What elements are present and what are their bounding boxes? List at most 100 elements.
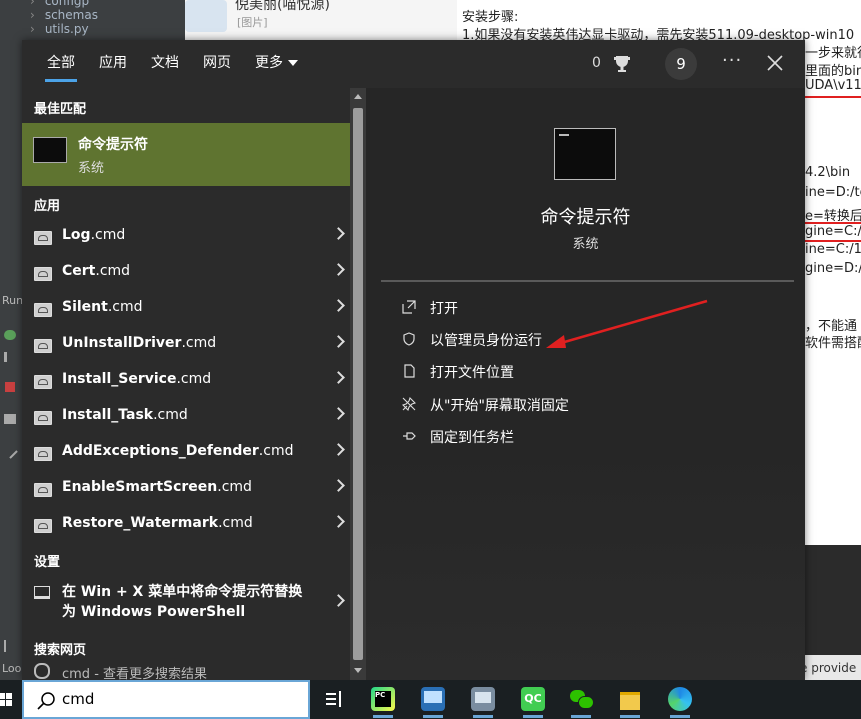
unpin-icon (402, 397, 416, 411)
pycharm-icon-inner: PC (375, 691, 391, 707)
running-indicator (473, 715, 493, 718)
chat-contact-name: 倪美丽(喵悦源) (235, 0, 330, 13)
edge-icon[interactable] (668, 687, 692, 711)
tab-all[interactable]: 全部 (45, 40, 77, 88)
best-match-item[interactable]: 命令提示符 系统 (22, 123, 350, 186)
cmd-file-icon (34, 375, 52, 389)
chevron-right-icon[interactable] (332, 594, 345, 607)
trophy-icon[interactable] (611, 53, 633, 75)
pycharm-icon[interactable]: PC (371, 687, 395, 711)
file-explorer-icon[interactable] (618, 687, 642, 711)
remote-desktop-icon[interactable] (421, 687, 445, 711)
cmd-file-icon (34, 303, 52, 317)
file-name: Log (62, 227, 91, 243)
rerun-icon[interactable] (4, 330, 16, 340)
chevron-right-icon[interactable] (332, 371, 345, 384)
file-location-icon (404, 364, 415, 378)
web-search-item[interactable]: cmd - 查看更多搜索结果 (22, 663, 350, 680)
action-label: 打开 (430, 301, 458, 317)
running-indicator (670, 715, 690, 718)
rewards-points: 0 (592, 55, 601, 71)
doc-title: 安装步骤: (462, 10, 519, 25)
vcs-icon[interactable] (4, 640, 6, 652)
scroll-up-icon[interactable] (354, 94, 362, 99)
shield-icon (403, 332, 415, 346)
search-icon (34, 663, 50, 679)
file-extension: .cmd (218, 515, 253, 531)
doc-fragment: 软件需搭配 (805, 336, 861, 351)
stop-icon[interactable] (5, 382, 15, 392)
file-name: EnableSmartScreen (62, 479, 218, 495)
list-item[interactable]: Cert.cmd (22, 255, 350, 291)
network-icon[interactable] (471, 687, 495, 711)
preview-subtitle: 系统 (572, 237, 599, 252)
doc-fragment: 一步来就行 (805, 46, 861, 61)
tab-web[interactable]: 网页 (203, 40, 231, 88)
results-scrollbar[interactable] (350, 88, 366, 680)
chevron-right-icon[interactable] (332, 407, 345, 420)
file-name: AddExceptions_Defender (62, 443, 259, 459)
list-item[interactable]: Restore_Watermark.cmd (22, 507, 350, 543)
taskbar: cmd PC QC (0, 680, 861, 719)
scrollbar-thumb[interactable] (353, 108, 363, 660)
close-icon[interactable] (766, 54, 784, 72)
cmd-file-icon (34, 447, 52, 461)
file-extension: .cmd (153, 407, 188, 423)
windows-logo-icon[interactable] (0, 691, 12, 709)
file-name: Install_Service (62, 371, 177, 387)
list-item[interactable]: AddExceptions_Defender.cmd (22, 435, 350, 471)
preview-title: 命令提示符 (540, 207, 631, 228)
pin-icon[interactable] (2, 443, 18, 459)
scroll-down-icon[interactable] (354, 668, 362, 673)
tab-documents[interactable]: 文档 (151, 40, 179, 88)
action-label: 以管理员身份运行 (430, 333, 542, 349)
wrench-icon[interactable] (4, 352, 19, 362)
cmd-file-icon (34, 267, 52, 281)
chevron-right-icon[interactable] (332, 299, 345, 312)
list-item[interactable]: Silent.cmd (22, 291, 350, 327)
chevron-right-icon[interactable] (332, 443, 345, 456)
file-name: Install_Task (62, 407, 154, 423)
chevron-right-icon[interactable] (332, 335, 345, 348)
search-filter-bar: 全部 应用 文档 网页 更多 0 9 ··· (22, 40, 805, 88)
running-indicator (373, 715, 393, 718)
log-label: Loo (2, 662, 22, 675)
task-view-icon[interactable] (322, 687, 346, 711)
chevron-right-icon[interactable] (332, 227, 345, 240)
settings-item[interactable]: 在 Win + X 菜单中将命令提示符替换为 Windows PowerShel… (22, 578, 350, 626)
command-prompt-large-icon (554, 128, 616, 180)
tree-item[interactable]: configp (45, 0, 89, 8)
tree-item[interactable]: utils.py (45, 22, 89, 36)
taskbar-setting-icon (34, 586, 50, 599)
folder-icon (620, 692, 640, 710)
best-match-heading: 最佳匹配 (34, 102, 87, 117)
chevron-right-icon[interactable] (332, 263, 345, 276)
more-options-button[interactable]: ··· (722, 50, 742, 71)
best-match-subtitle: 系统 (78, 161, 105, 176)
tab-more[interactable]: 更多 (255, 40, 298, 88)
divider (381, 280, 794, 282)
doc-fragment: ine=C:/1. (805, 242, 861, 257)
file-name: Restore_Watermark (62, 515, 219, 531)
notification-badge[interactable]: 9 (665, 48, 697, 80)
tree-item[interactable]: schemas (45, 8, 98, 22)
file-name: Cert (62, 263, 96, 279)
tab-apps[interactable]: 应用 (99, 40, 127, 88)
screen-icon (475, 692, 491, 703)
chevron-right-icon[interactable] (332, 515, 345, 528)
wechat-icon[interactable] (569, 687, 594, 711)
list-item[interactable]: UnInstallDriver.cmd (22, 327, 350, 363)
layout-icon[interactable] (4, 414, 16, 424)
qt-creator-icon[interactable]: QC (521, 687, 545, 711)
tab-more-label: 更多 (255, 55, 283, 71)
web-search-label: cmd - 查看更多搜索结果 (62, 667, 208, 680)
chevron-right-icon[interactable] (332, 479, 345, 492)
running-indicator (423, 715, 443, 718)
search-panel: 全部 应用 文档 网页 更多 0 9 ··· 最佳匹配 命令提示符 系统 应用 … (22, 40, 805, 680)
list-item[interactable]: EnableSmartScreen.cmd (22, 471, 350, 507)
cmd-file-icon (34, 231, 52, 245)
list-item[interactable]: Install_Task.cmd (22, 399, 350, 435)
taskbar-search-input[interactable]: cmd (22, 680, 310, 719)
list-item[interactable]: Install_Service.cmd (22, 363, 350, 399)
list-item[interactable]: Log.cmd (22, 219, 350, 255)
